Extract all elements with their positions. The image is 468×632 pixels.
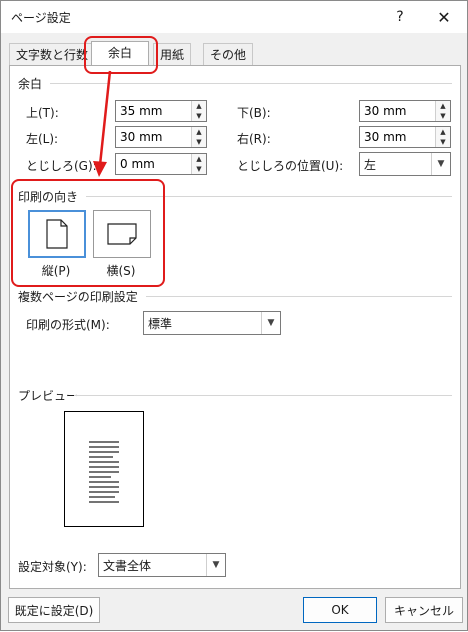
print-format-label: 印刷の形式(M): [26, 318, 110, 332]
spin-up-icon[interactable]: ▲ [192, 127, 206, 137]
tab-other[interactable]: その他 [203, 43, 254, 66]
tab-paper[interactable]: 用紙 [153, 43, 192, 66]
help-button[interactable]: ? [381, 3, 419, 31]
preview-group-title: プレビュー [18, 389, 79, 403]
dialog-title: ページ設定 [11, 11, 71, 25]
top-margin-label: 上(T): [26, 106, 59, 120]
spin-down-icon[interactable]: ▼ [436, 111, 450, 121]
print-format-value: 標準 [148, 317, 173, 331]
spinner-arrows[interactable]: ▲ ▼ [191, 154, 206, 174]
right-margin-spinner[interactable]: ▲▼ [359, 126, 451, 148]
divider [74, 395, 452, 396]
preview-text-lines [89, 441, 119, 503]
spinner-arrows[interactable]: ▲ ▼ [435, 127, 450, 147]
apply-to-value: 文書全体 [103, 559, 152, 573]
close-button[interactable]: ✕ [425, 3, 463, 31]
divider [50, 83, 452, 84]
cancel-button[interactable]: キャンセル [385, 597, 463, 623]
spin-down-icon[interactable]: ▼ [192, 164, 206, 174]
left-margin-spinner[interactable]: ▲▼ [115, 126, 207, 148]
print-format-select[interactable]: 標準 ▼ [143, 311, 281, 335]
spin-down-icon[interactable]: ▼ [192, 111, 206, 121]
apply-to-select[interactable]: 文書全体 ▼ [98, 553, 226, 577]
gutter-spinner[interactable]: ▲▼ [115, 153, 207, 175]
bottom-margin-spinner[interactable]: ▲▼ [359, 100, 451, 122]
spinner-arrows[interactable]: ▲ ▼ [191, 127, 206, 147]
page-setup-dialog: ページ設定 ? ✕ 文字数と行数 余白 用紙 その他 余白 上(T): ▲▼ 下… [0, 0, 468, 631]
apply-to-label: 設定対象(Y): [18, 560, 87, 574]
margins-group-title: 余白 [18, 77, 43, 91]
spin-up-icon[interactable]: ▲ [436, 127, 450, 137]
spin-up-icon[interactable]: ▲ [436, 101, 450, 111]
annotation-orientation-highlight [11, 179, 165, 287]
chevron-down-icon[interactable]: ▼ [261, 312, 280, 334]
chevron-down-icon[interactable]: ▼ [206, 554, 225, 576]
chevron-down-icon[interactable]: ▼ [431, 153, 450, 175]
annotation-tab-highlight [84, 36, 158, 74]
spin-down-icon[interactable]: ▼ [192, 137, 206, 147]
ok-button[interactable]: OK [303, 597, 377, 623]
top-margin-spinner[interactable]: ▲▼ [115, 100, 207, 122]
spin-up-icon[interactable]: ▲ [192, 101, 206, 111]
pages-group-title: 複数ページの印刷設定 [18, 290, 138, 304]
right-margin-label: 右(R): [237, 132, 271, 146]
divider [146, 296, 452, 297]
left-margin-label: 左(L): [26, 132, 59, 146]
spin-down-icon[interactable]: ▼ [436, 137, 450, 147]
tab-bar: 文字数と行数 余白 用紙 その他 [9, 41, 459, 66]
title-bar: ページ設定 ? ✕ [1, 1, 467, 33]
spinner-arrows[interactable]: ▲ ▼ [435, 101, 450, 121]
preview-page [64, 411, 144, 527]
tab-characters-lines[interactable]: 文字数と行数 [9, 43, 96, 66]
gutter-label: とじしろ(G): [26, 159, 97, 173]
gutter-position-select[interactable]: 左 ▼ [359, 152, 451, 176]
spinner-arrows[interactable]: ▲ ▼ [191, 101, 206, 121]
set-as-default-button[interactable]: 既定に設定(D) [8, 597, 100, 623]
spin-up-icon[interactable]: ▲ [192, 154, 206, 164]
bottom-margin-label: 下(B): [237, 106, 271, 120]
gutter-position-label: とじしろの位置(U): [237, 159, 344, 173]
gutter-position-value: 左 [364, 158, 377, 172]
